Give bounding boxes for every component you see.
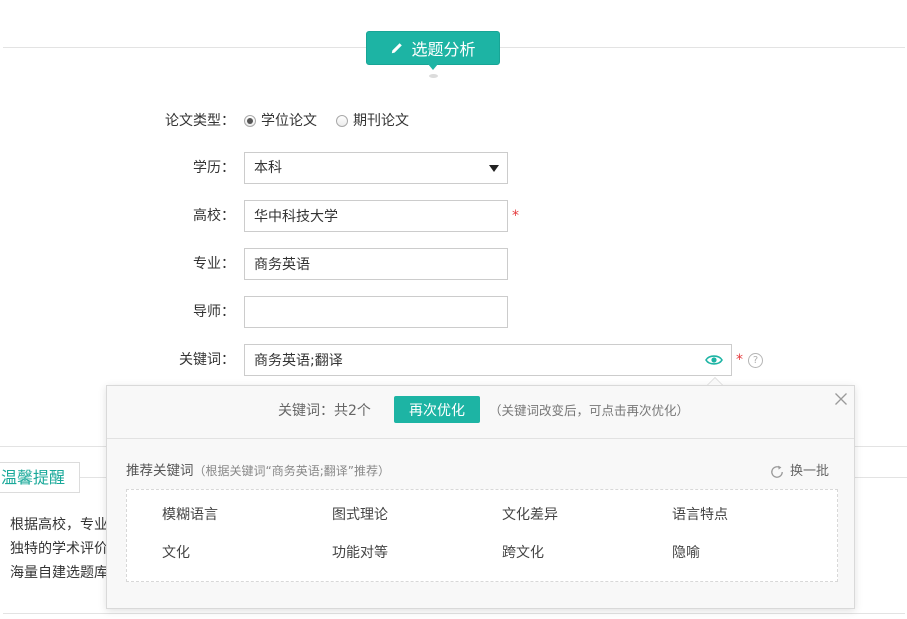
title-pointer (428, 64, 438, 70)
keyword-optimize-popup: 关键词：共2个 再次优化 （关键词改变后，可点击再次优化） 推荐关键词（根据关键… (106, 377, 855, 609)
university-input[interactable] (244, 200, 508, 232)
chevron-down-icon (489, 165, 499, 172)
radio-button[interactable] (336, 115, 348, 127)
major-input[interactable] (244, 248, 508, 280)
pencil-icon (390, 42, 403, 55)
tips-line: 根据高校，专业 (10, 517, 108, 533)
help-question-icon[interactable]: ? (748, 353, 763, 368)
reoptimize-hint: （关键词改变后，可点击再次优化） (489, 403, 690, 418)
keyword-suggestion[interactable]: 跨文化 (502, 543, 672, 563)
keyword-suggestion[interactable]: 图式理论 (332, 505, 502, 525)
advisor-label: 导师： (193, 304, 235, 320)
education-select[interactable]: 本科 (244, 152, 508, 184)
radio-label: 期刊论文 (353, 113, 409, 129)
keyword-suggestion[interactable]: 隐喻 (672, 543, 842, 563)
keywords-input[interactable] (244, 344, 732, 376)
paper-type-label: 论文类型： (165, 113, 235, 129)
education-value: 本科 (254, 160, 282, 176)
tips-line: 海量自建选题库 (10, 565, 108, 581)
bottom-divider (3, 613, 905, 614)
popup-header: 关键词：共2个 再次优化 （关键词改变后，可点击再次优化） (107, 386, 854, 439)
close-icon[interactable] (834, 392, 848, 406)
advisor-input[interactable] (244, 296, 508, 328)
radio-button[interactable] (244, 115, 256, 127)
keyword-suggestion[interactable]: 文化 (162, 543, 332, 563)
popup-notch (707, 377, 723, 385)
keyword-suggestion[interactable]: 语言特点 (672, 505, 842, 525)
major-label: 专业： (193, 256, 235, 272)
recommend-note: （根据关键词“商务英语;翻译”推荐） (193, 464, 390, 478)
page-title-badge: 选题分析 (366, 31, 500, 65)
suggested-keywords-box: 模糊语言 图式理论 文化差异 语言特点 文化 功能对等 跨文化 隐喻 (126, 489, 838, 582)
page-title: 选题分析 (411, 40, 476, 59)
radio-label: 学位论文 (261, 113, 317, 129)
keywords-label: 关键词： (179, 352, 235, 368)
recommend-title: 推荐关键词 (126, 463, 194, 479)
keyword-suggestion[interactable]: 模糊语言 (162, 505, 332, 525)
radio-option-degree-thesis[interactable]: 学位论文 (244, 111, 317, 131)
university-label: 高校： (193, 208, 235, 224)
title-pointer-shadow (429, 74, 438, 78)
tips-line: 独特的学术评价 (10, 541, 108, 557)
recommend-heading: 推荐关键词（根据关键词“商务英语;翻译”推荐） (126, 462, 390, 480)
radio-option-journal-paper[interactable]: 期刊论文 (336, 111, 409, 131)
refresh-icon (770, 465, 784, 479)
tab-tips[interactable]: 温馨提醒 (0, 462, 80, 493)
keyword-count: 关键词：共2个 (278, 403, 371, 419)
tips-text: 根据高校，专业 独特的学术评价 海量自建选题库 (10, 513, 108, 585)
eye-icon[interactable] (705, 354, 723, 366)
keyword-suggestion[interactable]: 功能对等 (332, 543, 502, 563)
required-mark: * (512, 208, 519, 224)
refresh-button[interactable]: 换一批 (770, 463, 829, 481)
required-mark: * (736, 352, 743, 368)
refresh-label: 换一批 (790, 464, 830, 479)
keyword-suggestion[interactable]: 文化差异 (502, 505, 672, 525)
education-label: 学历： (193, 160, 235, 176)
reoptimize-button[interactable]: 再次优化 (394, 396, 480, 423)
